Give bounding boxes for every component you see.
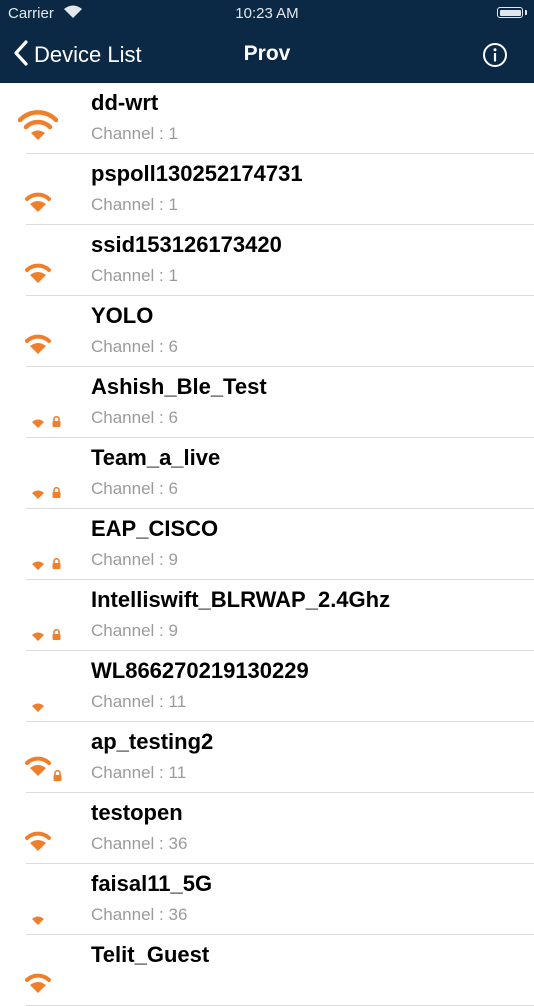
- network-channel: Channel : 36: [91, 905, 188, 924]
- wifi-signal-icon: [31, 700, 45, 718]
- lock-icon: [52, 485, 61, 503]
- battery-icon: [497, 7, 523, 18]
- network-row[interactable]: EAP_CISCO Channel : 9: [0, 509, 534, 580]
- wifi-signal-icon: [24, 973, 52, 1000]
- wifi-signal-icon: [31, 486, 61, 505]
- wifi-signal-icon: [24, 334, 52, 361]
- network-channel: Channel : 36: [91, 834, 188, 853]
- network-row[interactable]: faisal11_5G Channel : 36: [0, 864, 534, 935]
- network-name: WL866270219130229: [91, 658, 309, 683]
- navigation-header: Carrier 10:23 AM Device List Prov: [0, 0, 534, 83]
- page-title: Prov: [243, 42, 291, 65]
- lock-icon: [52, 627, 61, 645]
- network-row[interactable]: Ashish_Ble_Test Channel : 6: [0, 367, 534, 438]
- network-row[interactable]: Telit_Guest: [0, 935, 534, 1006]
- network-name: testopen: [91, 800, 183, 825]
- network-channel: Channel : 6: [91, 479, 178, 498]
- wifi-signal-icon: [31, 913, 45, 931]
- network-row[interactable]: YOLO Channel : 6: [0, 296, 534, 367]
- network-name: Team_a_live: [91, 445, 221, 470]
- network-channel: Channel : 1: [91, 266, 178, 285]
- network-list: dd-wrt Channel : 1 pspoll130252174731 Chann…: [0, 83, 534, 1006]
- network-row[interactable]: WL866270219130229 Channel : 11: [0, 651, 534, 722]
- wifi-signal-icon: [24, 831, 52, 858]
- wifi-signal-icon: [31, 628, 61, 647]
- wifi-signal-icon: [24, 756, 62, 783]
- network-name: dd-wrt: [91, 90, 159, 115]
- network-name: EAP_CISCO: [91, 516, 219, 541]
- network-row[interactable]: pspoll130252174731 Channel : 1: [0, 154, 534, 225]
- network-row[interactable]: dd-wrt Channel : 1: [0, 83, 534, 154]
- info-button[interactable]: [482, 42, 508, 68]
- wifi-signal-icon: [17, 110, 59, 147]
- network-row[interactable]: ssid153126173420 Channel : 1: [0, 225, 534, 296]
- network-name: YOLO: [91, 303, 154, 328]
- wifi-signal-icon: [24, 263, 52, 290]
- network-row[interactable]: ap_testing2 Channel : 11: [0, 722, 534, 793]
- network-name: ap_testing2: [91, 729, 214, 754]
- lock-icon: [52, 414, 61, 432]
- wifi-signal-icon: [24, 192, 52, 219]
- info-icon: [483, 43, 507, 67]
- wifi-signal-icon: [31, 557, 61, 576]
- network-name: Telit_Guest: [91, 942, 210, 967]
- wifi-signal-icon: [31, 415, 61, 434]
- network-channel: Channel : 6: [91, 337, 178, 356]
- status-bar: Carrier 10:23 AM: [0, 0, 534, 28]
- network-name: Ashish_Ble_Test: [91, 374, 267, 399]
- network-name: faisal11_5G: [91, 871, 213, 896]
- network-row[interactable]: Team_a_live Channel : 6: [0, 438, 534, 509]
- network-name: pspoll130252174731: [91, 161, 303, 186]
- network-channel: Channel : 9: [91, 621, 178, 640]
- network-name: ssid153126173420: [91, 232, 282, 257]
- lock-icon: [53, 768, 62, 786]
- network-row[interactable]: testopen Channel : 36: [0, 793, 534, 864]
- network-channel: Channel : 6: [91, 408, 178, 427]
- network-channel: Channel : 9: [91, 550, 178, 569]
- network-name: Intelliswift_BLRWAP_2.4Ghz: [91, 587, 391, 612]
- lock-icon: [52, 556, 61, 574]
- network-channel: Channel : 11: [91, 692, 187, 711]
- network-channel: Channel : 11: [91, 763, 187, 782]
- network-row[interactable]: Intelliswift_BLRWAP_2.4Ghz Channel : 9: [0, 580, 534, 651]
- status-time: 10:23 AM: [235, 5, 299, 22]
- network-channel: Channel : 1: [91, 124, 178, 143]
- network-channel: Channel : 1: [91, 195, 178, 214]
